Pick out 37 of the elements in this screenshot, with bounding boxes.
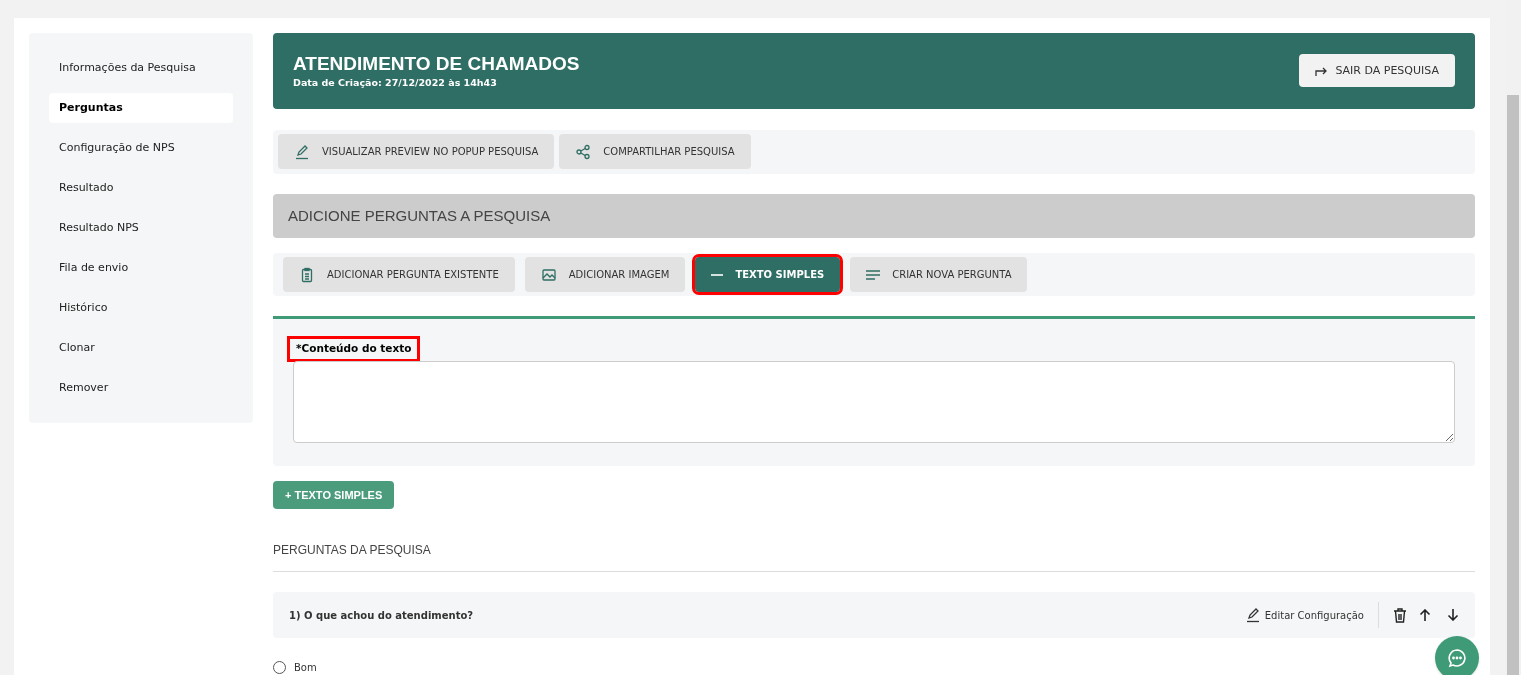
sidebar-item[interactable]: Histórico — [49, 293, 233, 323]
option-label: Bom — [294, 661, 317, 675]
sidebar-item[interactable]: Remover — [49, 373, 233, 403]
arrow-up-icon[interactable] — [1419, 609, 1431, 621]
sidebar-item[interactable]: Resultado — [49, 173, 233, 203]
exit-survey-button[interactable]: SAIR DA PESQUISA — [1299, 54, 1455, 88]
action-button[interactable]: VISUALIZAR PREVIEW NO POPUP PESQUISA — [278, 134, 555, 170]
edit-config-button[interactable]: Editar Configuração — [1244, 607, 1364, 623]
dash-icon — [711, 272, 724, 277]
chat-bubble-icon — [1447, 648, 1467, 668]
tool-button[interactable]: CRIAR NOVA PERGUNTA — [850, 257, 1028, 293]
sidebar-item[interactable]: Perguntas — [49, 93, 233, 123]
tool-button[interactable]: TEXTO SIMPLES — [695, 257, 841, 293]
sidebar-item[interactable]: Informações da Pesquisa — [49, 53, 233, 83]
clipboard-icon — [299, 266, 315, 283]
image-icon — [540, 266, 557, 283]
survey-title: ATENDIMENTO DE CHAMADOS — [293, 51, 580, 76]
sidebar-item[interactable]: Clonar — [49, 333, 233, 363]
tool-button[interactable]: ADICIONAR PERGUNTA EXISTENTE — [283, 257, 515, 293]
trash-icon[interactable] — [1393, 607, 1407, 623]
text-content-field[interactable] — [293, 361, 1455, 444]
scrollbar-thumb[interactable] — [1507, 95, 1519, 675]
creation-date: Data de Criação: 27/12/2022 às 14h43 — [293, 75, 498, 90]
pencil-icon — [1244, 607, 1261, 623]
text-lines-icon — [866, 268, 881, 281]
sidebar-item[interactable]: Resultado NPS — [49, 213, 233, 243]
sidebar-item[interactable]: Configuração de NPS — [49, 133, 233, 163]
pencil-icon — [294, 143, 310, 160]
action-button[interactable]: COMPARTILHAR PESQUISA — [559, 134, 751, 170]
sidebar-item[interactable]: Fila de envio — [49, 253, 233, 283]
share-arrow-icon — [1315, 65, 1328, 76]
arrow-down-icon[interactable] — [1447, 609, 1459, 621]
questions-heading: PERGUNTAS DA PESQUISA — [273, 543, 431, 557]
share-icon — [575, 143, 592, 160]
question-title: 1) O que achou do atendimento? — [289, 608, 474, 623]
tool-button[interactable]: ADICIONAR IMAGEM — [524, 257, 686, 293]
section-title: ADICIONE PERGUNTAS A PESQUISA — [288, 205, 551, 226]
